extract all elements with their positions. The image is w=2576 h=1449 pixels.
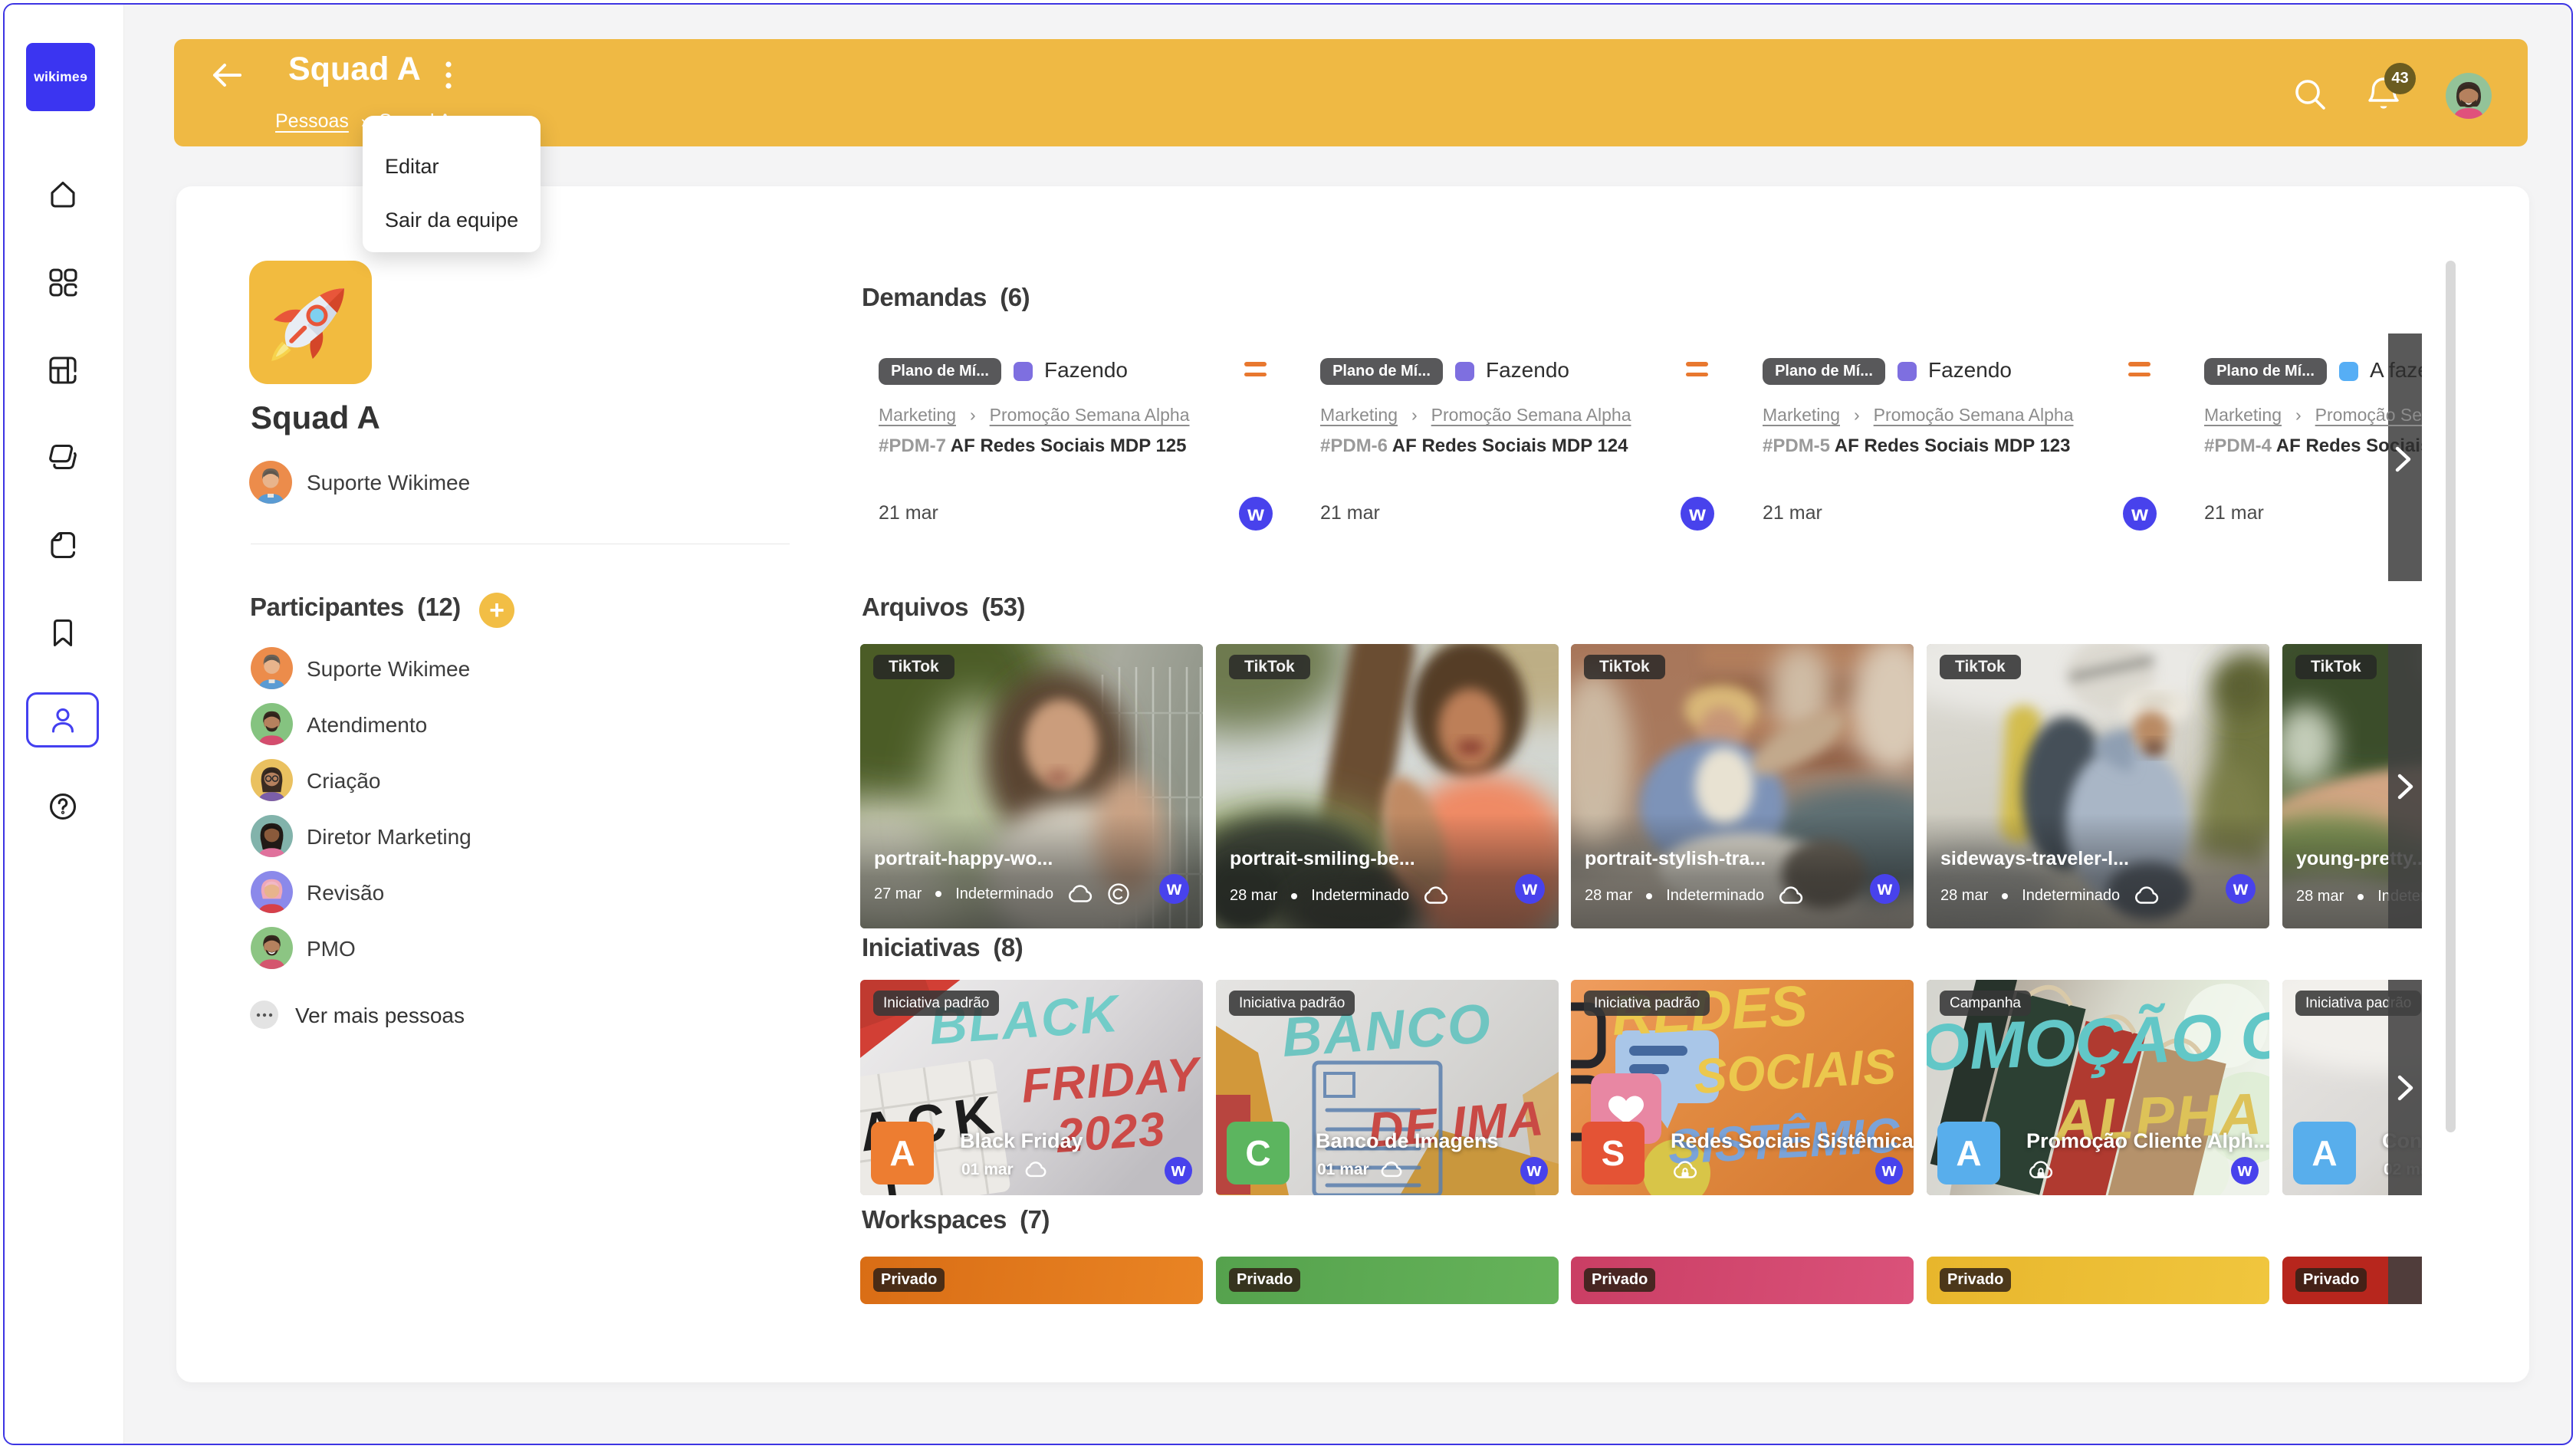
svg-text:SOCIAIS: SOCIAIS	[1693, 1038, 1898, 1104]
